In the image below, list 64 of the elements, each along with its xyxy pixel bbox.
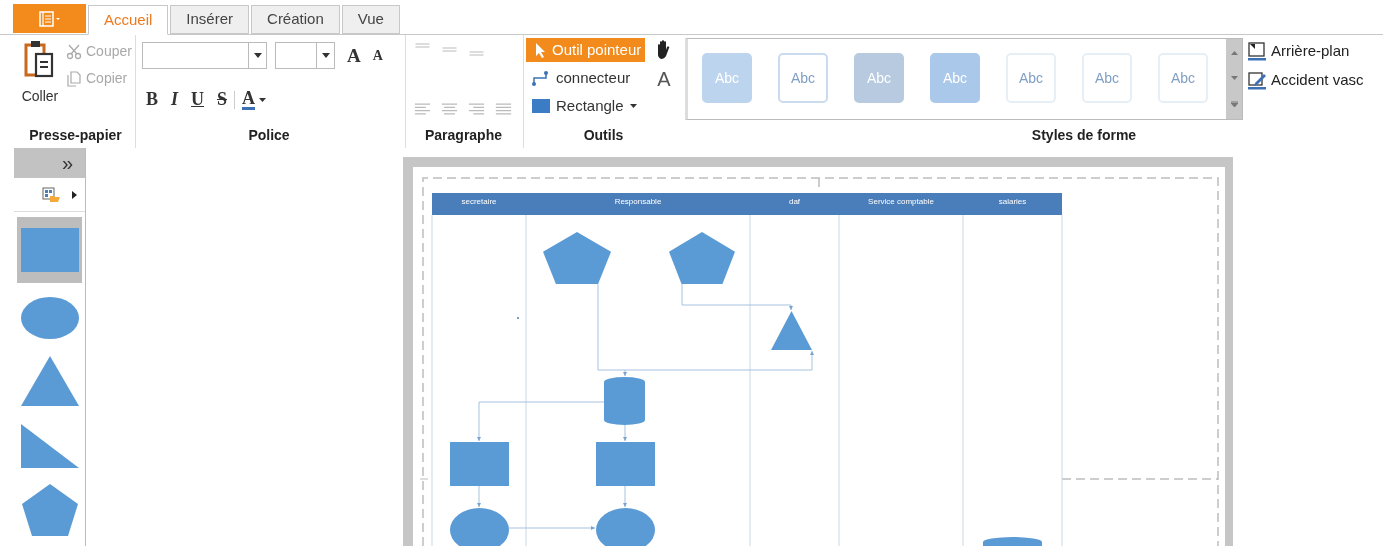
rectangle-shape [596,442,655,486]
font-size-field[interactable] [275,42,335,69]
more-icon[interactable] [1230,100,1238,107]
pentagon-shape [543,232,611,284]
group-label: Outils [582,126,625,145]
tab[interactable]: Vue [341,5,400,34]
lane-title: Responsable [613,198,663,206]
group-label: Presse-papier [28,126,123,145]
connector-icon [532,70,550,86]
lane-title: Service comptable [867,198,935,206]
font-family-field[interactable] [142,42,267,69]
lane-title: secretaire [460,198,498,206]
text-tool-button[interactable]: A [657,69,671,89]
rectangle-icon [532,99,550,113]
copy-icon [66,70,82,87]
command-button[interactable]: Arrière-plan [1247,40,1364,63]
collapse-button[interactable]: » [61,153,73,173]
file-menu-button[interactable] [13,4,86,33]
dropdown-icon [629,104,637,108]
triangle-shape [771,311,812,350]
edit-icon [1247,69,1267,90]
shape-tile[interactable] [17,217,82,283]
menu-icon [38,10,61,27]
command-button[interactable]: Accident vasc [1247,68,1364,91]
align-icon[interactable] [468,103,485,115]
rectangle-shape [450,442,509,486]
lane-title: daf [787,198,802,206]
cylinder-shape [983,537,1042,546]
tool-button[interactable]: connecteur [526,66,631,90]
tab[interactable]: Insérer [170,5,250,34]
clipboard-icon [24,40,56,80]
font-color-button[interactable]: A [242,89,267,110]
paste-button[interactable]: Coller [14,39,66,125]
scroll-down-icon[interactable] [1230,76,1238,80]
scissors-icon [66,43,82,60]
align-icon[interactable] [441,103,458,115]
point-marker [517,317,519,319]
tab[interactable]: Création [251,5,340,34]
background-icon [1247,41,1267,62]
tool-button[interactable]: Rectangle [526,94,637,118]
align-icon[interactable] [414,103,431,115]
shrink-font-button[interactable]: A [372,48,383,63]
strikethrough-button[interactable]: S [217,86,228,113]
cylinder-shape [604,377,645,425]
connector-line [623,424,627,442]
bold-button[interactable]: B [146,86,158,113]
dropdown-icon [321,53,330,58]
connector-line [477,485,481,508]
expand-icon[interactable] [72,190,77,199]
dropdown-icon [253,53,262,58]
align-icon[interactable] [495,103,512,115]
group-label: Police [247,126,291,145]
italic-button[interactable]: I [171,86,179,113]
group-label: Paragraphe [423,126,503,145]
grow-font-button[interactable]: A [347,46,361,65]
dropdown-icon [259,97,267,102]
lane-title: salaries [997,198,1028,206]
pentagon-shape [669,232,735,284]
underline-button[interactable]: U [191,86,205,113]
connector-line [623,485,627,508]
scroll-up-icon[interactable] [1230,51,1238,56]
group-label: Styles de forme [1030,126,1138,145]
shapes-folder-icon[interactable] [42,186,60,203]
pointer-icon [534,42,546,58]
